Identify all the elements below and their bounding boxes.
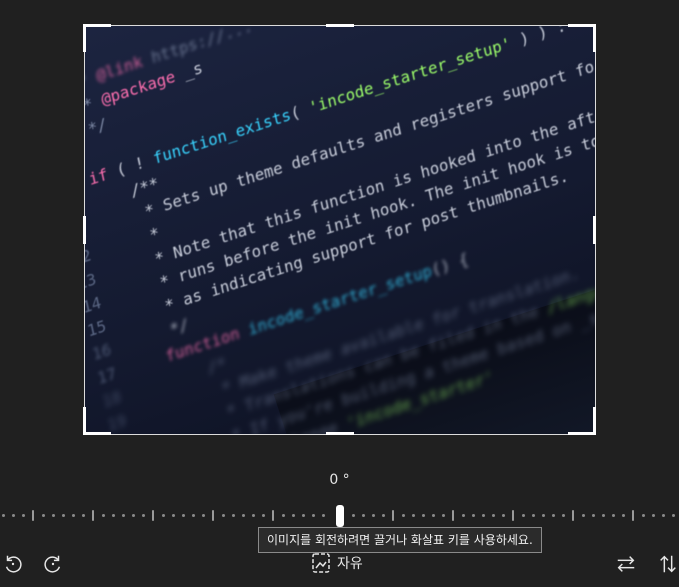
- rotation-tooltip: 이미지를 회전하려면 끌거나 화살표 키를 사용하세요.: [258, 527, 542, 553]
- flip-vertical-button[interactable]: [655, 551, 679, 577]
- aspect-ratio-icon: [312, 553, 330, 573]
- slider-minor-tick: [12, 514, 15, 517]
- slider-major-tick: [452, 510, 454, 521]
- slider-minor-tick: [232, 514, 235, 517]
- crop-handle-top-right[interactable]: [568, 24, 596, 27]
- crop-handle-top-right-v[interactable]: [593, 24, 596, 52]
- slider-minor-tick: [482, 514, 485, 517]
- slider-minor-tick: [82, 514, 85, 517]
- slider-major-tick: [632, 510, 634, 521]
- slider-minor-tick: [172, 514, 175, 517]
- slider-minor-tick: [352, 514, 355, 517]
- slider-major-tick: [152, 510, 154, 521]
- slider-minor-tick: [112, 514, 115, 517]
- slider-minor-tick: [432, 514, 435, 517]
- photo-code-content: * @link https://... * @package _s */ if …: [85, 26, 595, 434]
- crop-handle-bottom-right-v[interactable]: [593, 407, 596, 435]
- slider-major-tick: [392, 510, 394, 521]
- slider-minor-tick: [252, 514, 255, 517]
- flip-vertical-icon: [660, 555, 676, 573]
- slider-minor-tick: [622, 514, 625, 517]
- slider-minor-tick: [322, 514, 325, 517]
- aspect-ratio-button[interactable]: 자유: [311, 551, 363, 575]
- crop-handle-top[interactable]: [326, 24, 354, 27]
- slider-minor-tick: [592, 514, 595, 517]
- crop-handle-top-left-v[interactable]: [83, 24, 86, 52]
- slider-major-tick: [92, 510, 94, 521]
- flip-horizontal-icon: [617, 556, 635, 572]
- slider-minor-tick: [602, 514, 605, 517]
- slider-minor-tick: [372, 514, 375, 517]
- slider-minor-tick: [582, 514, 585, 517]
- slider-minor-tick: [492, 514, 495, 517]
- slider-minor-tick: [652, 514, 655, 517]
- slider-minor-tick: [422, 514, 425, 517]
- slider-minor-tick: [132, 514, 135, 517]
- slider-minor-tick: [122, 514, 125, 517]
- slider-major-tick: [572, 510, 574, 521]
- rotate-left-button[interactable]: [0, 551, 26, 577]
- slider-minor-tick: [312, 514, 315, 517]
- slider-minor-tick: [662, 514, 665, 517]
- slider-minor-tick: [222, 514, 225, 517]
- slider-minor-tick: [42, 514, 45, 517]
- slider-minor-tick: [462, 514, 465, 517]
- slider-minor-tick: [472, 514, 475, 517]
- slider-minor-tick: [382, 514, 385, 517]
- rotation-slider-knob[interactable]: [336, 505, 344, 527]
- slider-minor-tick: [282, 514, 285, 517]
- slider-minor-tick: [142, 514, 145, 517]
- slider-major-tick: [212, 510, 214, 521]
- image-canvas: * @link https://... * @package _s */ if …: [0, 0, 679, 470]
- slider-minor-tick: [532, 514, 535, 517]
- slider-minor-tick: [72, 514, 75, 517]
- photo-preview[interactable]: * @link https://... * @package _s */ if …: [85, 26, 595, 434]
- rotate-left-icon: [5, 555, 22, 573]
- slider-minor-tick: [642, 514, 645, 517]
- slider-major-tick: [272, 510, 274, 521]
- crop-handle-bottom-right[interactable]: [568, 432, 596, 435]
- slider-minor-tick: [52, 514, 55, 517]
- rotate-right-button[interactable]: [40, 551, 66, 577]
- slider-minor-tick: [302, 514, 305, 517]
- flip-horizontal-button[interactable]: [613, 551, 639, 577]
- slider-minor-tick: [182, 514, 185, 517]
- slider-minor-tick: [542, 514, 545, 517]
- slider-minor-tick: [412, 514, 415, 517]
- slider-minor-tick: [522, 514, 525, 517]
- slider-minor-tick: [162, 514, 165, 517]
- slider-minor-tick: [362, 514, 365, 517]
- slider-minor-tick: [502, 514, 505, 517]
- slider-major-tick: [32, 510, 34, 521]
- slider-minor-tick: [672, 514, 675, 517]
- slider-minor-tick: [192, 514, 195, 517]
- slider-minor-tick: [62, 514, 65, 517]
- crop-handle-right[interactable]: [593, 216, 596, 244]
- slider-minor-tick: [612, 514, 615, 517]
- slider-minor-tick: [402, 514, 405, 517]
- slider-minor-tick: [202, 514, 205, 517]
- slider-major-tick: [512, 510, 514, 521]
- rotate-right-icon: [44, 555, 61, 573]
- crop-handle-bottom[interactable]: [326, 432, 354, 435]
- slider-minor-tick: [22, 514, 25, 517]
- slider-minor-tick: [552, 514, 555, 517]
- slider-minor-tick: [262, 514, 265, 517]
- crop-handle-bottom-left-v[interactable]: [83, 407, 86, 435]
- slider-minor-tick: [442, 514, 445, 517]
- crop-handle-top-left[interactable]: [83, 24, 111, 27]
- slider-minor-tick: [562, 514, 565, 517]
- crop-handle-left[interactable]: [83, 216, 86, 244]
- crop-handle-bottom-left[interactable]: [83, 432, 111, 435]
- slider-minor-tick: [242, 514, 245, 517]
- slider-minor-tick: [292, 514, 295, 517]
- slider-minor-tick: [102, 514, 105, 517]
- slider-minor-tick: [2, 514, 5, 517]
- rotation-angle-readout: 0 °: [329, 472, 350, 488]
- aspect-ratio-label: 자유: [337, 556, 363, 572]
